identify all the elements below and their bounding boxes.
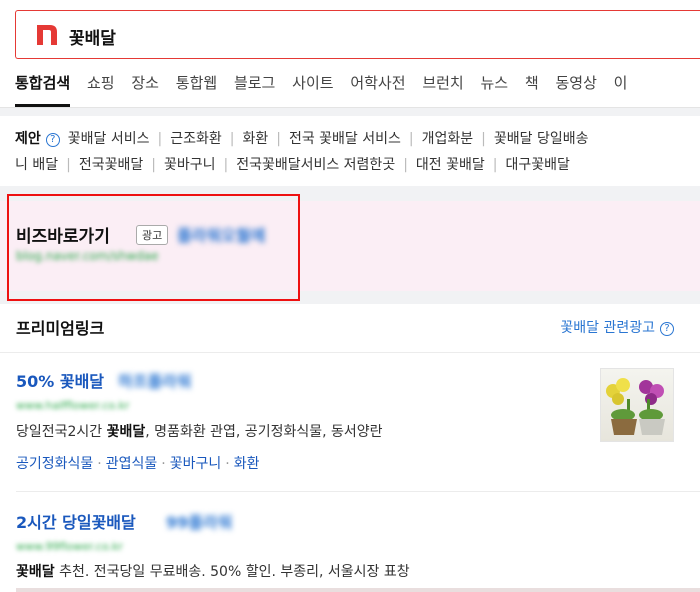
divider <box>0 352 700 353</box>
tab-all[interactable]: 통합검색 <box>15 72 71 107</box>
biz-advertiser-url[interactable]: blog.naver.com/shwdae <box>16 249 159 263</box>
separator: | <box>223 157 229 173</box>
ad-url[interactable]: www.99flower.co.kr <box>16 540 123 553</box>
separator: | <box>408 131 414 147</box>
tab-news[interactable]: 뉴스 <box>481 72 509 93</box>
suggestion-item[interactable]: 꽃바구니 <box>164 157 216 173</box>
help-icon[interactable]: ? <box>45 133 60 147</box>
suggestion-panel: 제안? 꽃배달 서비스 | 근조화환 | 화환 | 전국 꽃배달 서비스 | 개업화분 | 꽃배달 당… <box>0 116 700 186</box>
separator: | <box>492 157 498 173</box>
suggestion-item[interactable]: 전국꽃배달서비스 저렴한곳 <box>236 157 395 173</box>
separator: | <box>481 131 486 147</box>
separator: | <box>276 131 281 147</box>
separator: | <box>403 157 408 173</box>
suggestion-item[interactable]: 꽃배달 서비스 <box>68 131 150 147</box>
divider <box>16 491 700 492</box>
premium-links-section: 프리미엄링크 꽃배달 관련광고? 50% 꽃배달 하프플라워 www.halff… <box>0 304 700 592</box>
tab-shopping[interactable]: 쇼핑 <box>87 72 115 93</box>
biz-shortcut-section: 비즈바로가기 광고 플라워오월에 blog.naver.com/shwdae <box>0 201 700 291</box>
suggestion-item[interactable]: 근조화환 <box>170 131 222 147</box>
sitelink[interactable]: 화환 <box>234 456 260 472</box>
tab-web[interactable]: 통합웹 <box>176 72 217 93</box>
suggestion-item[interactable]: 대구꽃배달 <box>506 157 570 173</box>
suggestion-item[interactable]: 꽃배달 당일배송 <box>494 131 589 147</box>
ad-thumbnail-image[interactable] <box>600 368 674 442</box>
header-divider <box>0 107 700 108</box>
flower-pots-icon <box>606 378 665 435</box>
ad-title-link[interactable]: 2시간 당일꽃배달 <box>16 509 136 533</box>
related-ads-label: 꽃배달 관련광고 <box>560 320 655 336</box>
search-box[interactable]: 꽃배달 <box>15 10 700 59</box>
suggestion-item[interactable]: 전국 꽃배달 서비스 <box>289 131 401 147</box>
suggestion-item[interactable]: 전국꽃배달 <box>79 157 143 173</box>
related-ads-link[interactable]: 꽃배달 관련광고? <box>560 317 674 337</box>
tab-video[interactable]: 동영상 <box>555 72 596 93</box>
tab-more[interactable]: 이 <box>614 72 628 93</box>
sitelink[interactable]: 관엽식물 <box>106 456 158 472</box>
ad-sitelinks: 공기정화식물 · 관엽식물 · 꽃바구니 · 화환 <box>16 456 260 472</box>
next-item-preview <box>16 588 700 592</box>
premium-links-heading: 프리미엄링크 <box>16 319 105 338</box>
tab-place[interactable]: 장소 <box>131 72 159 93</box>
ad-advertiser-name[interactable]: 99플라워 <box>166 509 232 533</box>
tab-site[interactable]: 사이트 <box>292 72 333 93</box>
suggestion-item[interactable]: 개업화분 <box>422 131 474 147</box>
ad-url[interactable]: www.halfflower.co.kr <box>16 399 129 412</box>
suggestion-item[interactable]: 대전 꽃배달 <box>416 157 485 173</box>
tab-blog[interactable]: 블로그 <box>234 72 275 93</box>
separator: | <box>157 131 163 147</box>
tab-dictionary[interactable]: 어학사전 <box>350 72 405 93</box>
biz-advertiser-link[interactable]: 플라워오월에 <box>177 222 265 246</box>
ad-description: 꽃배달 추천. 전국당일 무료배송. 50% 할인. 부종리, 서울시장 표창 <box>16 564 410 580</box>
help-icon[interactable]: ? <box>660 322 674 336</box>
tab-book[interactable]: 책 <box>525 72 539 93</box>
header: 꽃배달 통합검색 쇼핑 장소 통합웹 블로그 사이트 어학사전 브런치 뉴스 책… <box>0 0 700 108</box>
naver-logo-icon[interactable] <box>35 23 59 47</box>
suggestion-row: 니 배달 | 전국꽃배달 | 꽃바구니 | 전국꽃배달서비스 저렴한곳 | 대전 꽃배달 | 대구꽃… <box>15 154 570 174</box>
ad-description: 당일전국2시간 꽃배달, 명품화환 관엽, 공기정화식물, 동서양란 <box>16 424 383 440</box>
sitelink[interactable]: 꽃바구니 <box>170 456 222 472</box>
sitelink[interactable]: 공기정화식물 <box>16 456 93 472</box>
ad-advertiser-name[interactable]: 하프플라워 <box>118 368 192 392</box>
suggestion-item[interactable]: 니 배달 <box>15 157 58 173</box>
biz-shortcut-title: 비즈바로가기 <box>16 227 110 247</box>
separator: | <box>66 157 71 173</box>
separator: | <box>151 157 156 173</box>
tab-brunch[interactable]: 브런치 <box>422 72 463 93</box>
ad-title-link[interactable]: 50% 꽃배달 <box>16 368 104 392</box>
suggestion-item[interactable]: 화환 <box>242 131 268 147</box>
suggestion-label: 제안 <box>15 131 41 147</box>
ad-badge: 광고 <box>136 225 169 245</box>
search-tabs: 통합검색 쇼핑 장소 통합웹 블로그 사이트 어학사전 브런치 뉴스 책 동영상… <box>15 72 639 107</box>
separator: | <box>229 131 235 147</box>
search-input[interactable]: 꽃배달 <box>69 24 116 49</box>
suggestion-row: 제안? 꽃배달 서비스 | 근조화환 | 화환 | 전국 꽃배달 서비스 | 개업화분 | 꽃배달 당… <box>15 128 589 148</box>
